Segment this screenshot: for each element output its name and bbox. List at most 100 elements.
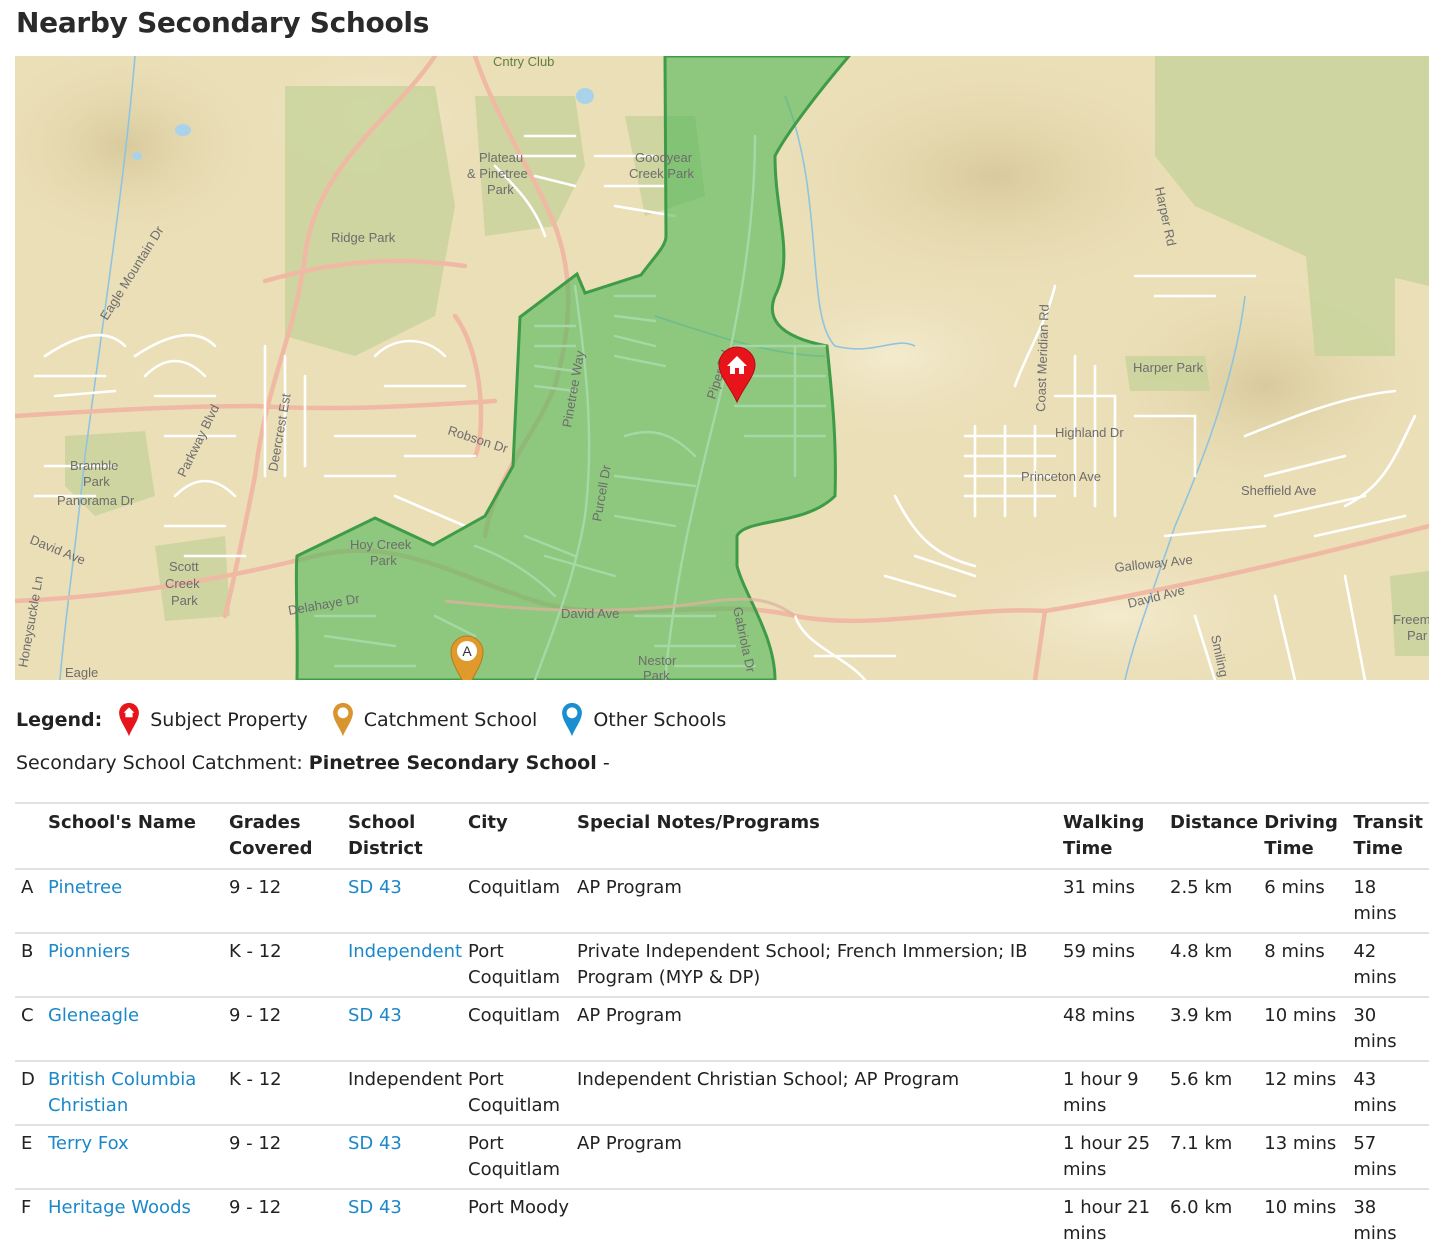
table-row: D British Columbia Christian K - 12 Inde…: [15, 1061, 1429, 1125]
grades-cell: K - 12: [228, 941, 282, 962]
map[interactable]: Cntry Club Plateau & Pinetree Park Goody…: [15, 56, 1429, 680]
table-row: B Pionniers K - 12 Independent Port Coqu…: [15, 933, 1429, 997]
legend-item-subject-property: Subject Property: [118, 702, 308, 738]
map-label-scott-creek-park: Park: [171, 593, 198, 608]
map-label-harper-park: Harper Park: [1133, 360, 1204, 375]
distance-cell: 4.8 km: [1170, 941, 1233, 962]
map-label-plateau-park: Park: [487, 182, 514, 197]
notes-cell: AP Program: [577, 877, 682, 898]
table-row: E Terry Fox 9 - 12 SD 43 Port Coquitlam …: [15, 1125, 1429, 1189]
notes-cell: AP Program: [577, 1005, 682, 1026]
transit-cell: 18 mins: [1353, 877, 1397, 924]
grades-cell: 9 - 12: [228, 1133, 282, 1154]
map-label-panorama-dr: Panorama Dr: [57, 493, 135, 508]
distance-cell: 6.0 km: [1170, 1197, 1233, 1218]
school-link[interactable]: Gleneagle: [48, 1005, 139, 1026]
map-label-hoy-creek-park: Park: [370, 553, 397, 568]
district-link[interactable]: SD 43: [348, 877, 402, 898]
row-letter: D: [21, 1069, 35, 1090]
grades-cell: 9 - 12: [228, 1005, 282, 1026]
header-transit: Transit Time: [1353, 812, 1423, 859]
legend-item-other-schools: Other Schools: [561, 702, 726, 738]
map-label-cntry-club: Cntry Club: [493, 56, 554, 69]
city-cell: Coquitlam: [468, 877, 561, 898]
map-label-nestor-park: Nestor: [638, 653, 677, 668]
schools-table: School's Name Grades Covered School Dist…: [15, 802, 1429, 1252]
driving-cell: 12 mins: [1264, 1069, 1337, 1090]
other-school-pin-icon: [562, 702, 583, 737]
header-notes: Special Notes/Programs: [577, 812, 820, 833]
district-link[interactable]: SD 43: [348, 1133, 402, 1154]
walking-cell: 48 mins: [1063, 1005, 1135, 1026]
map-label-eagle: Eagle: [65, 665, 98, 680]
school-link[interactable]: Heritage Woods: [48, 1197, 191, 1218]
marker-letter-a: A: [462, 643, 472, 659]
city-cell: Port Coquitlam: [468, 941, 561, 988]
grades-cell: 9 - 12: [228, 1197, 282, 1218]
city-cell: Port Moody: [468, 1197, 570, 1218]
district-link[interactable]: SD 43: [348, 1197, 402, 1218]
catchment-school-name: Pinetree Secondary School: [308, 752, 597, 774]
driving-cell: 8 mins: [1264, 941, 1325, 962]
driving-cell: 6 mins: [1264, 877, 1325, 898]
house-pin-icon: [119, 702, 140, 737]
notes-cell: AP Program: [577, 1133, 682, 1154]
header-distance: Distance: [1170, 812, 1259, 833]
transit-cell: 38 mins: [1353, 1197, 1397, 1244]
school-link[interactable]: British Columbia Christian: [48, 1069, 196, 1116]
map-label-scott-creek-park: Creek: [165, 576, 200, 591]
city-cell: Coquitlam: [468, 1005, 561, 1026]
header-walking: Walking Time: [1063, 812, 1145, 859]
map-canvas[interactable]: Cntry Club Plateau & Pinetree Park Goody…: [15, 56, 1429, 680]
grades-cell: 9 - 12: [228, 877, 282, 898]
notes-cell: Private Independent School; French Immer…: [577, 941, 1028, 988]
transit-cell: 30 mins: [1353, 1005, 1397, 1052]
school-link[interactable]: Pionniers: [48, 941, 130, 962]
header-school-name: School's Name: [47, 812, 197, 833]
header-city: City: [468, 812, 508, 833]
map-label-bramble-park: Bramble: [70, 458, 118, 473]
district-cell: Independent: [347, 1069, 463, 1090]
distance-cell: 3.9 km: [1170, 1005, 1233, 1026]
distance-cell: 5.6 km: [1170, 1069, 1233, 1090]
map-label-goodyear: Goodyear: [635, 150, 693, 165]
row-letter: F: [21, 1197, 32, 1218]
walking-cell: 31 mins: [1063, 877, 1135, 898]
table-row: C Gleneagle 9 - 12 SD 43 Coquitlam AP Pr…: [15, 997, 1429, 1061]
map-label-plateau-park: Plateau: [479, 150, 523, 165]
legend-title: Legend:: [16, 709, 103, 731]
walking-cell: 1 hour 21 mins: [1063, 1197, 1151, 1244]
map-label-david-ave-mid: David Ave: [561, 606, 619, 621]
walking-cell: 1 hour 9 mins: [1063, 1069, 1139, 1116]
row-letter: B: [21, 941, 34, 962]
map-label-scott-creek-park: Scott: [169, 559, 199, 574]
district-link[interactable]: SD 43: [348, 1005, 402, 1026]
distance-cell: 7.1 km: [1170, 1133, 1233, 1154]
driving-cell: 10 mins: [1264, 1197, 1337, 1218]
city-cell: Port Coquitlam: [468, 1069, 561, 1116]
catchment-pin-icon: [332, 702, 353, 737]
map-label-princeton-ave: Princeton Ave: [1021, 469, 1101, 484]
map-legend: Legend: Subject Property Catchment Schoo…: [16, 702, 750, 738]
notes-cell: Independent Christian School; AP Program: [577, 1069, 960, 1090]
header-grades: Grades Covered: [228, 812, 313, 859]
row-letter: E: [21, 1133, 33, 1154]
school-link[interactable]: Pinetree: [48, 877, 122, 898]
table-header-row: School's Name Grades Covered School Dist…: [15, 803, 1429, 869]
page-title: Nearby Secondary Schools: [16, 6, 430, 39]
header-letter: [15, 803, 48, 869]
driving-cell: 13 mins: [1264, 1133, 1337, 1154]
transit-cell: 43 mins: [1353, 1069, 1397, 1116]
catchment-suffix: -: [602, 752, 610, 774]
city-cell: Port Coquitlam: [468, 1133, 561, 1180]
map-label-freeman-park: Par: [1407, 628, 1428, 643]
transit-cell: 57 mins: [1353, 1133, 1397, 1180]
transit-cell: 42 mins: [1353, 941, 1397, 988]
grades-cell: K - 12: [228, 1069, 282, 1090]
district-link[interactable]: Independent: [348, 941, 462, 962]
map-label-highland-dr: Highland Dr: [1055, 425, 1124, 440]
map-label-hoy-creek-park: Hoy Creek: [350, 537, 412, 552]
school-link[interactable]: Terry Fox: [48, 1133, 129, 1154]
table-row: F Heritage Woods 9 - 12 SD 43 Port Moody…: [15, 1189, 1429, 1252]
map-label-ridge-park: Ridge Park: [331, 230, 396, 245]
